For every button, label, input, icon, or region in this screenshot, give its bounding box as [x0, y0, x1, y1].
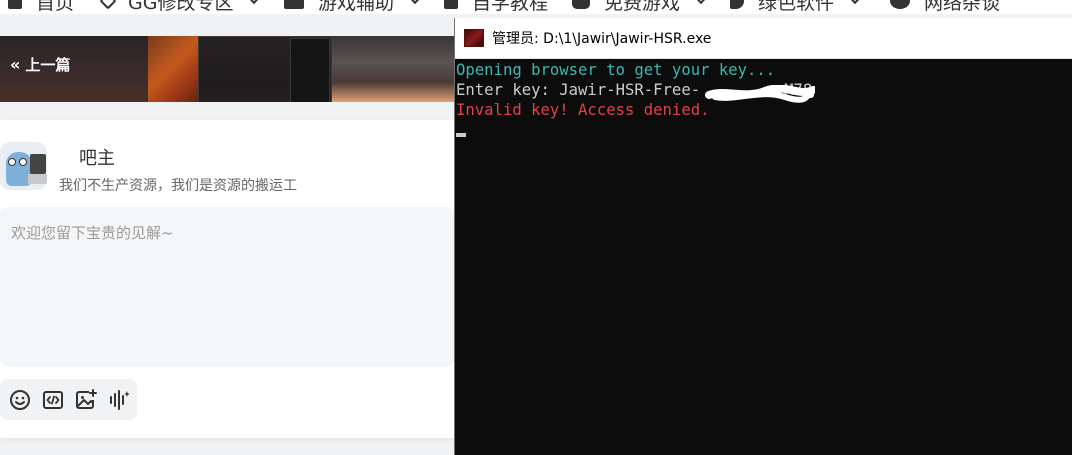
- controller-icon: [572, 0, 590, 9]
- comment-placeholder: 欢迎您留下宝贵的见解~: [11, 224, 174, 242]
- nav-item-label: 自学教程: [472, 0, 549, 14]
- nav-item-game-assist[interactable]: 游戏辅助: [284, 0, 423, 14]
- chevron-down-icon: [407, 0, 423, 5]
- nav-item-chat[interactable]: 网络杂谈: [890, 0, 1000, 14]
- console-output[interactable]: Opening browser to get your key... Enter…: [455, 59, 1072, 455]
- double-chevron-left-icon: «: [10, 55, 20, 74]
- emoji-icon[interactable]: [8, 388, 32, 412]
- nav-item-home[interactable]: 首页: [8, 0, 74, 14]
- console-line-opening: Opening browser to get your key...: [456, 61, 776, 79]
- nav-item-label: 绿色软件: [758, 0, 835, 14]
- previous-post-label: 上一篇: [25, 56, 71, 74]
- nav-item-label: 游戏辅助: [318, 0, 395, 14]
- nav-item-label: 免费游戏: [604, 0, 681, 14]
- avatar: [0, 142, 47, 190]
- nav-item-label: 网络杂谈: [924, 0, 1001, 14]
- voice-icon[interactable]: [107, 388, 131, 412]
- top-navigation: 首页 GG修改专区 游戏辅助 自学教程 免费游戏 绿色软件 网络杂谈: [0, 0, 1072, 14]
- console-cursor: [456, 133, 466, 137]
- previous-post-link[interactable]: « 上一篇: [10, 54, 70, 75]
- console-title: 管理员: D:\1\Jawir\Jawir-HSR.exe: [492, 31, 712, 47]
- console-line-denied: Invalid key! Access denied.: [456, 101, 710, 119]
- comment-card: 吧主 我们不生产资源，我们是资源的搬运工 欢迎您留下宝贵的见解~: [0, 120, 454, 438]
- home-icon: [8, 0, 22, 9]
- nav-item-free-games[interactable]: 免费游戏: [572, 0, 709, 14]
- chevron-down-icon: [693, 0, 709, 5]
- nav-item-gg[interactable]: GG修改专区: [99, 0, 262, 14]
- app-icon: [730, 0, 744, 9]
- code-icon[interactable]: [41, 388, 65, 412]
- chevron-down-icon: [247, 0, 262, 5]
- comment-input[interactable]: 欢迎您留下宝贵的见解~: [0, 207, 454, 367]
- nav-item-software[interactable]: 绿色软件: [730, 0, 863, 14]
- console-titlebar[interactable]: 管理员: D:\1\Jawir\Jawir-HSR.exe: [455, 18, 1072, 59]
- redaction-scribble: [705, 85, 815, 103]
- user-name: 吧主: [79, 148, 115, 169]
- user-bio: 我们不生产资源，我们是资源的搬运工: [59, 178, 297, 194]
- nav-item-label: GG修改专区: [128, 0, 234, 14]
- gamepad-icon: [284, 0, 304, 9]
- banner-image-autumn: [148, 36, 200, 102]
- comment-toolbar: [0, 379, 137, 420]
- nav-item-label: 首页: [36, 0, 75, 14]
- console-window[interactable]: 管理员: D:\1\Jawir\Jawir-HSR.exe Opening br…: [454, 18, 1072, 455]
- chat-bubble-icon: [890, 0, 910, 9]
- chevron-down-icon: [847, 0, 863, 5]
- nav-item-tutorial[interactable]: 自学教程: [444, 0, 548, 14]
- banner-image-menu-panel: [290, 38, 330, 102]
- edit-icon: [444, 0, 458, 9]
- diamond-icon: [99, 0, 117, 10]
- console-key-prefix: Enter key: Jawir-HSR-Free-: [456, 81, 701, 99]
- banner-image-character: [332, 36, 454, 102]
- image-icon[interactable]: [74, 388, 98, 412]
- console-app-icon: [464, 29, 484, 47]
- post-banner: « 上一篇: [0, 36, 454, 102]
